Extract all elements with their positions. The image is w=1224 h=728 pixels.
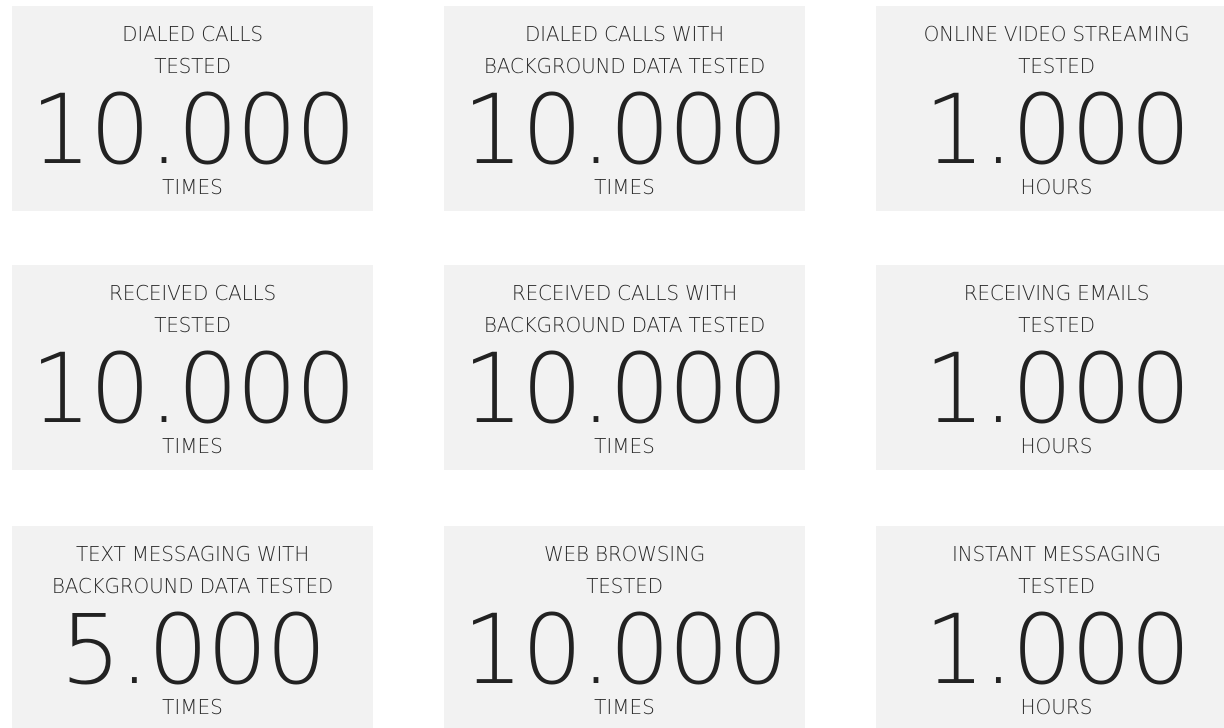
stat-unit: TIMES [594,695,655,719]
stat-label-line-1: WEB BROWSING [543,542,706,566]
stat-card-dialed-calls-background-data: DIALED CALLS WITH BACKGROUND DATA TESTED… [444,6,805,211]
stat-unit: HOURS [1020,175,1093,199]
stat-unit: TIMES [162,175,223,199]
stat-label-line-1: RECEIVING EMAILS [963,281,1150,305]
stat-card-text-messaging-background-data: TEXT MESSAGING WITH BACKGROUND DATA TEST… [12,526,373,728]
stat-label-line-1: RECEIVED CALLS [109,281,276,305]
stat-unit: TIMES [162,695,223,719]
stat-value: 10.000 [462,594,789,706]
stat-label: RECEIVED CALLS TESTED [12,277,373,341]
stat-value: 1.000 [924,74,1191,186]
stat-label: TEXT MESSAGING WITH BACKGROUND DATA TEST… [12,538,373,602]
stat-value: 10.000 [462,74,789,186]
stat-card-received-calls: RECEIVED CALLS TESTED 10.000 TIMES [12,265,373,470]
stat-label-line-1: ONLINE VIDEO STREAMING [923,22,1190,46]
stat-value: 1.000 [924,594,1191,706]
stat-value: 5.000 [60,594,327,706]
stat-label: DIALED CALLS TESTED [12,18,373,82]
stat-label-line-1: DIALED CALLS [122,22,263,46]
stat-label: DIALED CALLS WITH BACKGROUND DATA TESTED [444,18,805,82]
stat-card-instant-messaging: INSTANT MESSAGING TESTED 1.000 HOURS [876,526,1224,728]
stat-value: 10.000 [30,74,357,186]
stat-label-line-1: TEXT MESSAGING WITH [75,542,310,566]
stat-unit: HOURS [1020,695,1093,719]
stat-value: 10.000 [30,333,357,445]
stat-label-line-1: RECEIVED CALLS WITH [511,281,738,305]
stat-label-line-1: DIALED CALLS WITH [524,22,725,46]
stat-label: RECEIVING EMAILS TESTED [876,277,1224,341]
stat-value: 1.000 [924,333,1191,445]
stat-label-line-1: INSTANT MESSAGING [952,542,1161,566]
stat-card-receiving-emails: RECEIVING EMAILS TESTED 1.000 HOURS [876,265,1224,470]
stat-unit: TIMES [594,175,655,199]
stat-card-dialed-calls: DIALED CALLS TESTED 10.000 TIMES [12,6,373,211]
stat-label: RECEIVED CALLS WITH BACKGROUND DATA TEST… [444,277,805,341]
stat-unit: HOURS [1020,434,1093,458]
stat-card-web-browsing: WEB BROWSING TESTED 10.000 TIMES [444,526,805,728]
stat-label: INSTANT MESSAGING TESTED [876,538,1224,602]
stat-label: ONLINE VIDEO STREAMING TESTED [876,18,1224,82]
stat-unit: TIMES [162,434,223,458]
stat-value: 10.000 [462,333,789,445]
stat-card-online-video-streaming: ONLINE VIDEO STREAMING TESTED 1.000 HOUR… [876,6,1224,211]
stat-label: WEB BROWSING TESTED [444,538,805,602]
stat-card-received-calls-background-data: RECEIVED CALLS WITH BACKGROUND DATA TEST… [444,265,805,470]
stat-unit: TIMES [594,434,655,458]
